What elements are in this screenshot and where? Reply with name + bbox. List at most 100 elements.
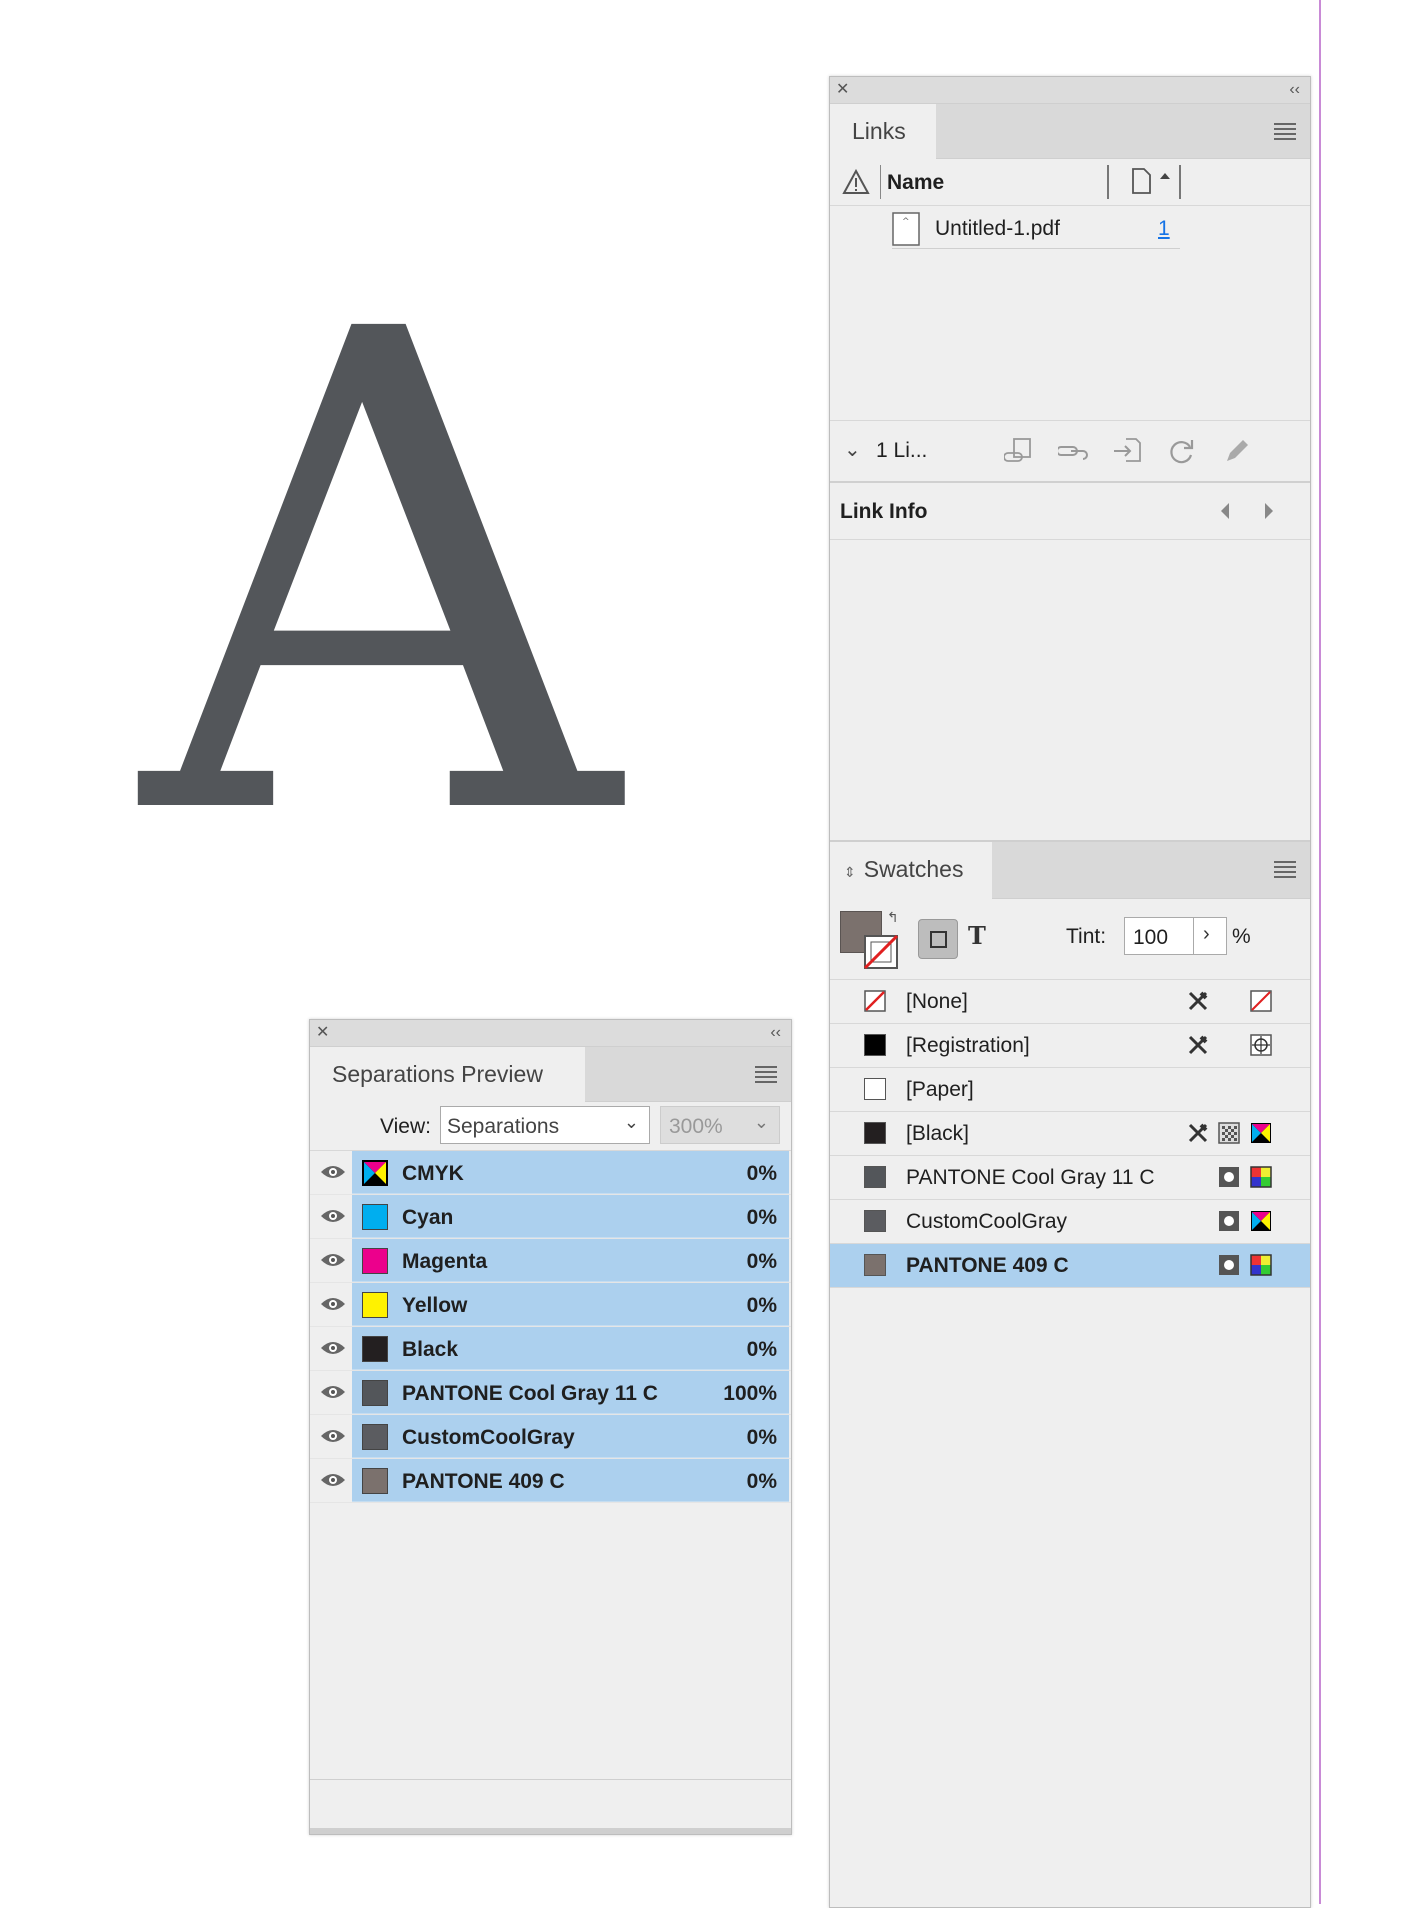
swatch-chip bbox=[864, 1122, 886, 1144]
swatch-list: [None] [Registration] [Paper] [Black] PA… bbox=[830, 980, 1310, 1288]
separation-chip bbox=[362, 1468, 388, 1494]
swatch-chip bbox=[864, 1210, 886, 1232]
separation-chip bbox=[362, 1248, 388, 1274]
link-filename: Untitled-1.pdf bbox=[935, 217, 1060, 240]
tint-label: Tint: bbox=[1066, 925, 1107, 948]
separation-row-pantone-409[interactable]: PANTONE 409 C 0% bbox=[310, 1459, 791, 1503]
chevron-down-icon: ⌄ bbox=[753, 1112, 769, 1132]
eye-icon[interactable] bbox=[320, 1383, 346, 1401]
canvas-letter-a[interactable]: A bbox=[120, 240, 660, 840]
separation-row-cyan[interactable]: Cyan 0% bbox=[310, 1195, 791, 1239]
resize-grip[interactable] bbox=[310, 1828, 791, 1834]
link-info-content bbox=[830, 540, 1310, 840]
eye-icon[interactable] bbox=[320, 1163, 346, 1181]
page-sort-icon[interactable] bbox=[1130, 167, 1174, 195]
lab-mode-icon bbox=[1250, 1254, 1272, 1276]
close-icon[interactable]: ✕ bbox=[316, 1024, 329, 1042]
container-square-icon bbox=[930, 931, 947, 948]
panel-menu-icon[interactable] bbox=[755, 1066, 777, 1086]
zoom-select[interactable]: 300% ⌄ bbox=[660, 1106, 780, 1144]
separation-chip bbox=[362, 1204, 388, 1230]
view-row: View: Separations ⌄ 300% ⌄ bbox=[310, 1102, 791, 1151]
chevron-down-icon: ⌄ bbox=[623, 1112, 639, 1132]
formatting-container-toggle[interactable] bbox=[918, 919, 958, 959]
eye-icon[interactable] bbox=[320, 1339, 346, 1357]
links-column-header: Name bbox=[830, 159, 1310, 206]
swap-fill-stroke-icon[interactable]: ↰ bbox=[887, 909, 899, 926]
separation-row-cmyk[interactable]: CMYK 0% bbox=[310, 1151, 791, 1195]
swatch-row-none[interactable]: [None] bbox=[830, 980, 1310, 1024]
tint-field[interactable]: 100 › bbox=[1124, 917, 1227, 955]
eye-icon[interactable] bbox=[320, 1207, 346, 1225]
process-color-icon bbox=[1218, 1122, 1240, 1144]
eye-icon[interactable] bbox=[320, 1251, 346, 1269]
swatch-name: PANTONE Cool Gray 11 C bbox=[906, 1166, 1155, 1189]
link-info-label: Link Info bbox=[840, 500, 928, 523]
name-column-header[interactable]: Name bbox=[887, 171, 944, 195]
separation-name: Cyan bbox=[402, 1206, 454, 1229]
warning-icon[interactable] bbox=[842, 169, 870, 195]
swatch-row-pantone-409[interactable]: PANTONE 409 C bbox=[830, 1244, 1310, 1288]
separation-row-pantone-cool-gray[interactable]: PANTONE Cool Gray 11 C 100% bbox=[310, 1371, 791, 1415]
swatch-row-registration[interactable]: [Registration] bbox=[830, 1024, 1310, 1068]
swatch-name: [Paper] bbox=[906, 1078, 974, 1101]
separations-tabrow: Separations Preview bbox=[310, 1047, 791, 1102]
swatch-name: [Black] bbox=[906, 1122, 970, 1145]
eye-icon[interactable] bbox=[320, 1471, 346, 1489]
next-link-icon[interactable] bbox=[1262, 502, 1276, 520]
svg-text:^: ^ bbox=[902, 217, 910, 227]
separation-row-custom-cool-gray[interactable]: CustomCoolGray 0% bbox=[310, 1415, 791, 1459]
swatch-row-custom-cool-gray[interactable]: CustomCoolGray bbox=[830, 1200, 1310, 1244]
zoom-select-value: 300% bbox=[669, 1115, 723, 1138]
separation-row-black[interactable]: Black 0% bbox=[310, 1327, 791, 1371]
spot-color-icon bbox=[1219, 1211, 1239, 1231]
collapse-icon[interactable]: ‹‹ bbox=[770, 1024, 781, 1042]
edit-original-icon[interactable] bbox=[1222, 437, 1252, 465]
swatch-name: PANTONE 409 C bbox=[906, 1254, 1069, 1277]
expand-collapse-icon[interactable]: ⇕ bbox=[844, 864, 856, 880]
separation-row-magenta[interactable]: Magenta 0% bbox=[310, 1239, 791, 1283]
margin-guide bbox=[1319, 0, 1321, 1904]
stroke-swatch[interactable] bbox=[862, 933, 900, 971]
panel-menu-icon[interactable] bbox=[1274, 861, 1296, 881]
none-type-icon bbox=[1250, 990, 1272, 1012]
eye-icon[interactable] bbox=[320, 1427, 346, 1445]
close-icon[interactable]: ✕ bbox=[836, 81, 849, 99]
column-divider bbox=[880, 165, 881, 199]
view-select[interactable]: Separations ⌄ bbox=[440, 1106, 650, 1144]
separation-chip bbox=[362, 1336, 388, 1362]
separation-row-yellow[interactable]: Yellow 0% bbox=[310, 1283, 791, 1327]
cmyk-chip bbox=[362, 1160, 388, 1186]
swatch-row-black[interactable]: [Black] bbox=[830, 1112, 1310, 1156]
tab-links[interactable]: Links bbox=[830, 104, 936, 159]
previous-link-icon[interactable] bbox=[1218, 502, 1232, 520]
link-page-number[interactable]: 1 bbox=[1158, 217, 1170, 241]
swatch-row-pantone-cool-gray[interactable]: PANTONE Cool Gray 11 C bbox=[830, 1156, 1310, 1200]
tab-separations-preview[interactable]: Separations Preview bbox=[310, 1047, 585, 1102]
separation-percent: 0% bbox=[746, 1206, 777, 1229]
non-editable-icon bbox=[1188, 991, 1208, 1011]
separation-name: PANTONE Cool Gray 11 C bbox=[402, 1382, 658, 1405]
update-link-icon[interactable] bbox=[1166, 437, 1196, 465]
separation-percent: 0% bbox=[746, 1250, 777, 1273]
relink-icon[interactable] bbox=[1058, 437, 1088, 465]
tint-arrow-icon[interactable]: › bbox=[1203, 923, 1210, 946]
relink-cc-icon[interactable] bbox=[1004, 437, 1034, 465]
formatting-text-toggle[interactable]: T bbox=[968, 921, 986, 950]
separation-percent: 0% bbox=[746, 1338, 777, 1361]
swatch-name: CustomCoolGray bbox=[906, 1210, 1068, 1233]
separation-chip bbox=[362, 1380, 388, 1406]
tab-swatches[interactable]: ⇕ Swatches bbox=[830, 842, 992, 899]
go-to-link-icon[interactable] bbox=[1112, 437, 1142, 465]
cmyk-mode-icon bbox=[1251, 1211, 1271, 1231]
link-row[interactable]: ^ Untitled-1.pdf 1 bbox=[830, 206, 1310, 249]
separation-name: Magenta bbox=[402, 1250, 488, 1273]
eye-icon[interactable] bbox=[320, 1295, 346, 1313]
column-divider bbox=[1107, 165, 1109, 199]
canvas-letter-text: A bbox=[131, 240, 626, 840]
panel-menu-icon[interactable] bbox=[1274, 123, 1296, 143]
swatch-row-paper[interactable]: [Paper] bbox=[830, 1068, 1310, 1112]
collapse-icon[interactable]: ‹‹ bbox=[1289, 81, 1300, 99]
chevron-down-icon[interactable]: ⌄ bbox=[844, 437, 861, 462]
tab-swatches-label: Swatches bbox=[863, 856, 964, 882]
